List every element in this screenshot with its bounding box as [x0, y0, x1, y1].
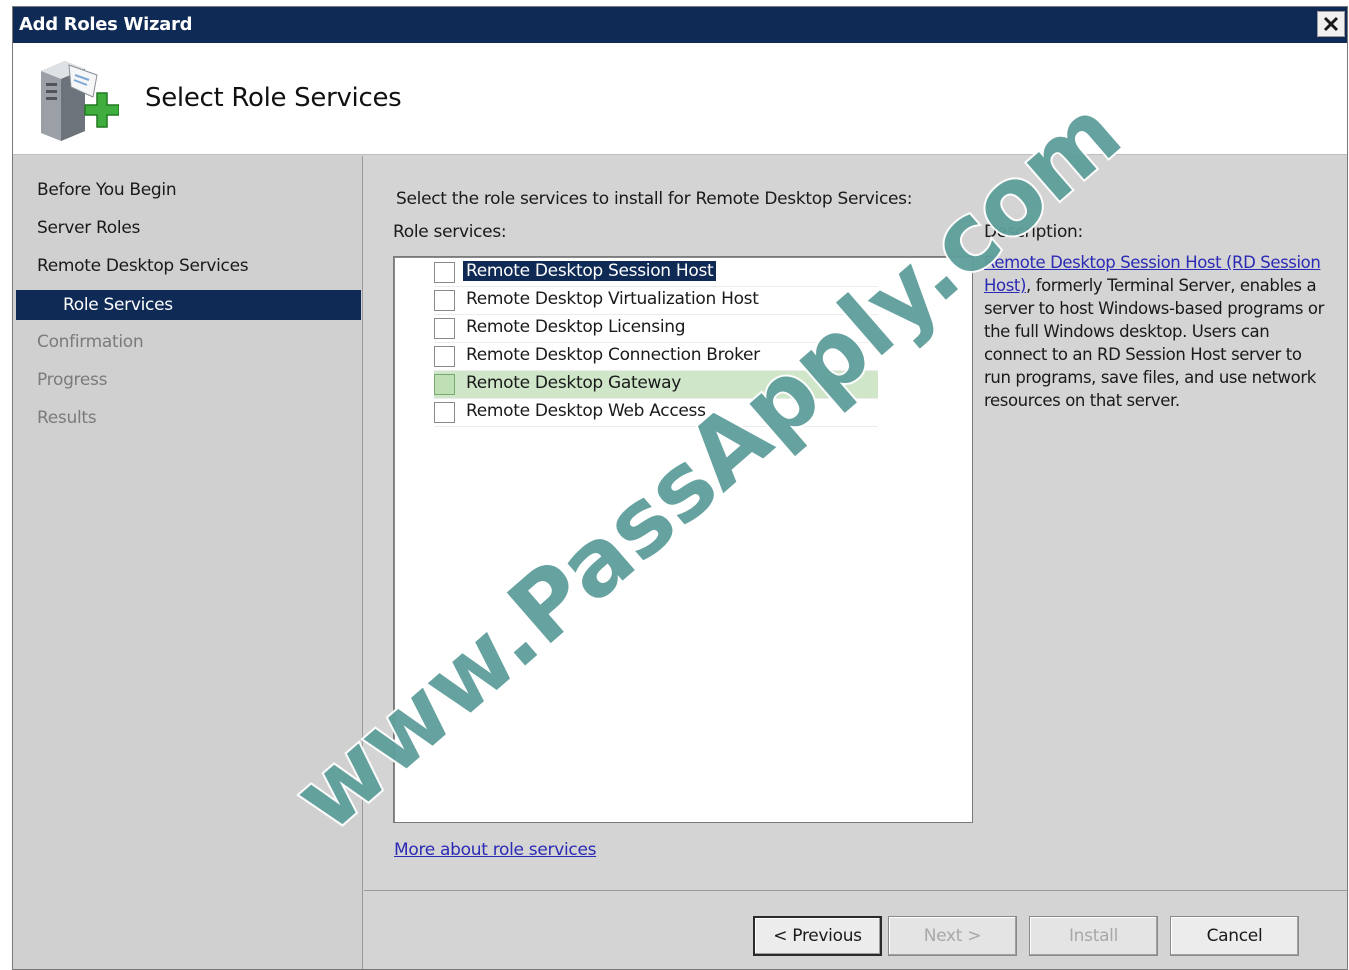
role-service-label: Remote Desktop Gateway: [466, 373, 682, 393]
wizard-header: Select Role Services: [13, 43, 1347, 155]
step-server-roles[interactable]: Server Roles: [37, 218, 140, 238]
step-confirmation: Confirmation: [37, 332, 144, 352]
role-service-row[interactable]: Remote Desktop Licensing: [434, 315, 878, 343]
step-progress: Progress: [37, 370, 108, 390]
wizard-steps-sidebar: Before You Begin Server Roles Remote Des…: [13, 156, 363, 969]
role-service-checkbox[interactable]: [434, 318, 455, 339]
page-title: Select Role Services: [145, 83, 402, 113]
step-results: Results: [37, 408, 97, 428]
role-service-row[interactable]: Remote Desktop Web Access: [434, 399, 878, 427]
role-service-label: Remote Desktop Session Host: [463, 261, 717, 281]
role-service-checkbox[interactable]: [434, 374, 455, 395]
role-service-row[interactable]: Remote Desktop Virtualization Host: [434, 287, 878, 315]
step-role-services[interactable]: Role Services: [16, 290, 361, 320]
step-before-you-begin[interactable]: Before You Begin: [37, 180, 177, 200]
title-bar: Add Roles Wizard: [13, 7, 1347, 43]
server-add-icon: [41, 61, 119, 141]
role-service-label: Remote Desktop Connection Broker: [466, 345, 760, 365]
step-remote-desktop-services[interactable]: Remote Desktop Services: [37, 256, 249, 276]
role-service-row[interactable]: Remote Desktop Gateway: [434, 371, 878, 399]
role-service-row[interactable]: Remote Desktop Session Host: [434, 259, 878, 287]
description-text: Remote Desktop Session Host (RD Session …: [984, 251, 1324, 412]
role-service-checkbox[interactable]: [434, 346, 455, 367]
role-services-label: Role services:: [393, 222, 507, 242]
add-roles-wizard-window: Add Roles Wizard Select Role Services Be…: [12, 6, 1348, 970]
description-body: , formerly Terminal Server, enables a se…: [984, 276, 1324, 410]
install-button: Install: [1029, 916, 1158, 956]
next-button: Next >: [888, 916, 1017, 956]
previous-button[interactable]: < Previous: [753, 916, 882, 956]
role-service-label: Remote Desktop Virtualization Host: [466, 289, 759, 309]
role-service-row[interactable]: Remote Desktop Connection Broker: [434, 343, 878, 371]
close-button[interactable]: [1317, 11, 1345, 37]
cancel-button[interactable]: Cancel: [1170, 916, 1299, 956]
role-services-list[interactable]: Remote Desktop Session Host Remote Deskt…: [393, 256, 973, 823]
close-icon: [1323, 16, 1339, 32]
more-about-role-services-link[interactable]: More about role services: [394, 840, 596, 860]
description-label: Description:: [984, 222, 1083, 242]
role-service-label: Remote Desktop Web Access: [466, 401, 706, 421]
window-title: Add Roles Wizard: [19, 14, 193, 35]
role-service-checkbox[interactable]: [434, 290, 455, 311]
instruction-text: Select the role services to install for …: [396, 189, 913, 209]
role-service-checkbox[interactable]: [434, 262, 455, 283]
role-service-label: Remote Desktop Licensing: [466, 317, 686, 337]
wizard-footer: < Previous Next > Install Cancel: [364, 892, 1347, 969]
wizard-content: Select the role services to install for …: [364, 156, 1347, 891]
role-service-checkbox[interactable]: [434, 402, 455, 423]
